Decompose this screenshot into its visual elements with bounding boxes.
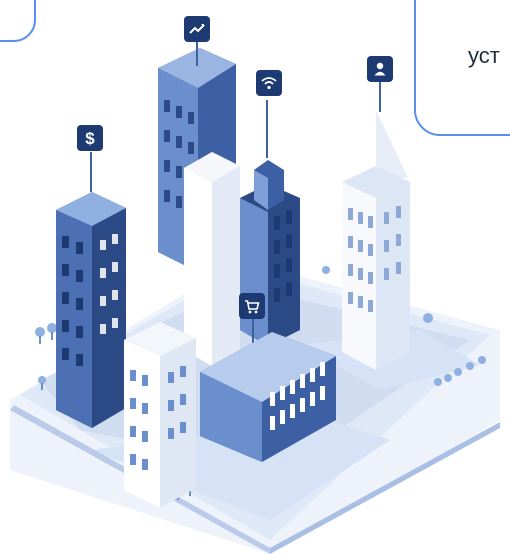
chart-icon — [184, 16, 210, 42]
dollar-icon: $ — [77, 125, 103, 151]
user-icon — [367, 56, 393, 82]
city-illustration — [10, 42, 500, 554]
wifi-icon — [256, 70, 282, 96]
building-front-white — [124, 322, 196, 508]
tower-spire — [342, 110, 410, 370]
cart-icon — [239, 293, 265, 319]
tower-finance — [56, 152, 126, 428]
tower-white-slab — [184, 152, 240, 366]
